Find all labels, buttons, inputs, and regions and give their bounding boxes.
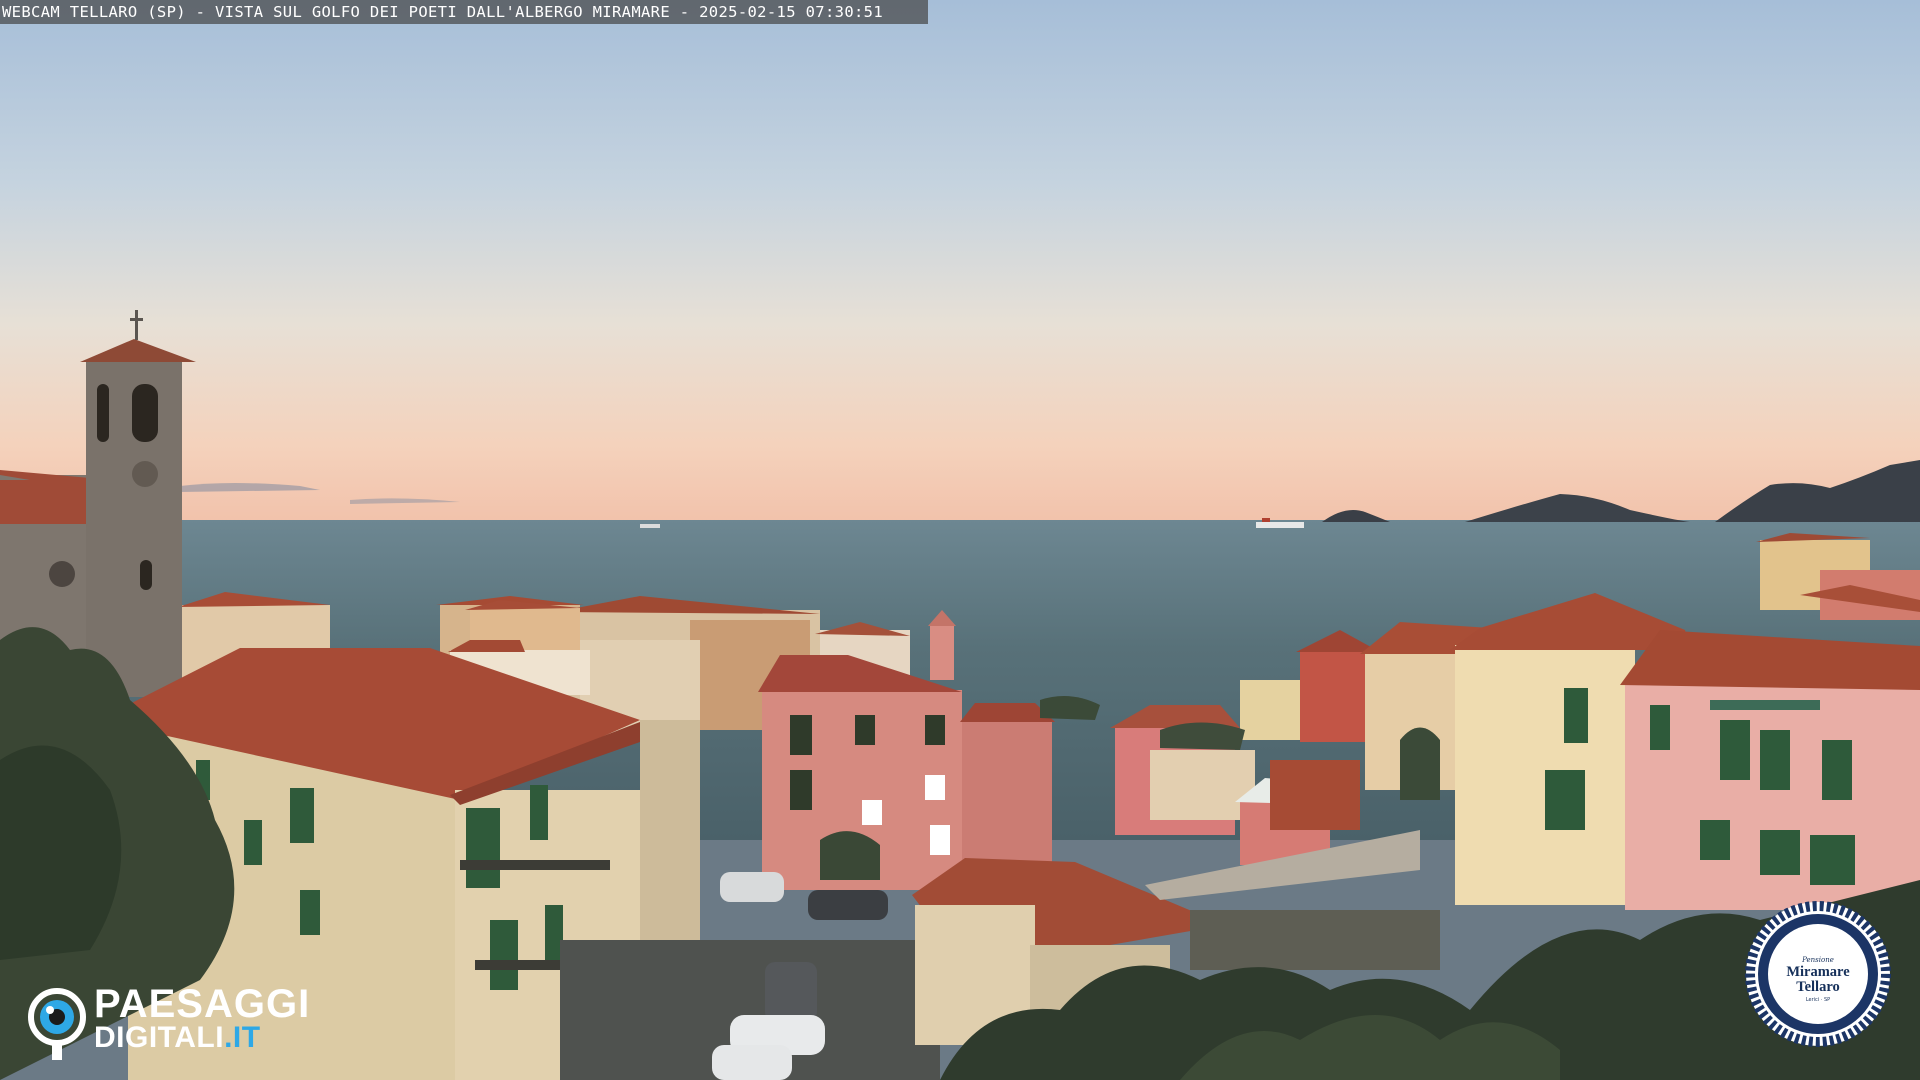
- seal-main-text: Miramare Tellaro: [1744, 965, 1892, 995]
- eye-icon: [28, 988, 86, 1060]
- sky: [0, 0, 1920, 523]
- webcam-caption: WEBCAM TELLARO (SP) - VISTA SUL GOLFO DE…: [0, 0, 928, 24]
- seal-line1: Miramare: [1786, 964, 1850, 980]
- watermark-line2-main: DIGITALI: [94, 1021, 225, 1054]
- ship: [1256, 522, 1304, 528]
- red-house-right: [1300, 650, 1375, 742]
- webcam-scene: [0, 0, 1920, 1080]
- watermark-line1: PAESAGGI: [94, 982, 311, 1026]
- watermark-line2-accent: .IT: [224, 1021, 261, 1054]
- seal-bottom-text: Lerici · SP: [1805, 997, 1831, 1003]
- pink-bell-tower: [930, 625, 954, 680]
- seal-top-text: Pensione: [1802, 956, 1834, 964]
- miramare-seal: Pensione Miramare Tellaro Lerici · SP: [1744, 900, 1892, 1048]
- watermark-line2: DIGITALI.IT: [94, 1022, 261, 1054]
- seal-line2: Tellaro: [1796, 979, 1840, 995]
- paesaggi-digitali-logo: PAESAGGI DIGITALI.IT: [28, 982, 338, 1060]
